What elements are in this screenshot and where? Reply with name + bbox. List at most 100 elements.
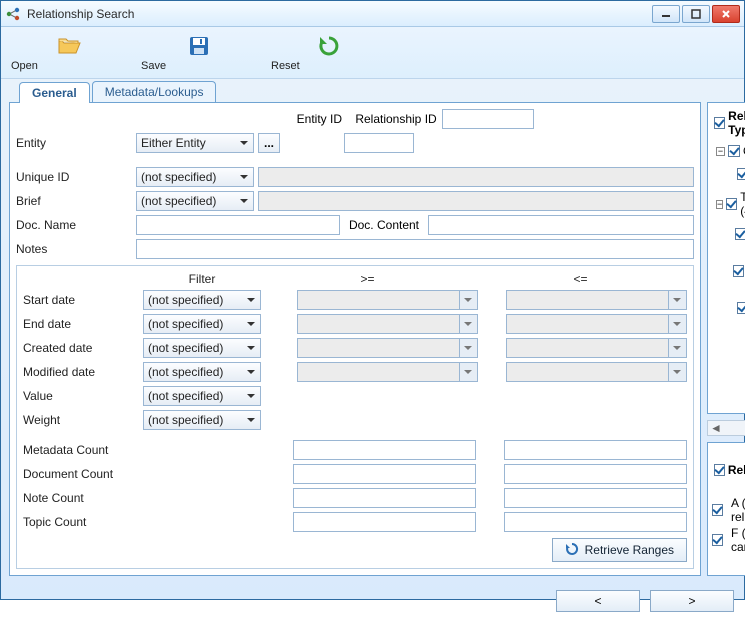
tree-checkbox[interactable] (726, 198, 737, 210)
topic-count-lte[interactable] (504, 512, 687, 532)
metadata-count-label: Metadata Count (23, 443, 139, 457)
tab-metadata-lookups[interactable]: Metadata/Lookups (92, 81, 217, 102)
doc-content-input[interactable] (428, 215, 694, 235)
relationship-type-checkbox[interactable] (714, 117, 725, 129)
tree-checkbox[interactable] (728, 145, 740, 157)
expand-toggle[interactable]: − (716, 200, 723, 209)
note-count-lte[interactable] (504, 488, 687, 508)
modified-date-gte[interactable] (297, 362, 460, 382)
metadata-count-gte[interactable] (293, 440, 476, 460)
dropdown-icon[interactable] (460, 362, 478, 382)
value-filter-select[interactable]: (not specified) (143, 386, 261, 406)
modified-date-filter-select[interactable]: (not specified) (143, 362, 261, 382)
filter-group: Filter >= <= Start date (not specified) … (16, 265, 694, 569)
relationship-type-title: Relationship Type (728, 109, 745, 137)
start-date-filter-select[interactable]: (not specified) (143, 290, 261, 310)
notes-input[interactable] (136, 239, 694, 259)
start-date-gte[interactable] (297, 290, 460, 310)
brief-label: Brief (16, 194, 132, 208)
doc-content-label: Doc. Content (344, 218, 424, 232)
end-date-label: End date (23, 317, 139, 331)
app-window: Relationship Search Open Save Reset Gene… (0, 0, 745, 600)
entity-id-label: Entity ID (286, 112, 342, 126)
entity-select[interactable]: Either Entity (136, 133, 254, 153)
nav-buttons: < > (1, 584, 744, 620)
reliability-f-checkbox[interactable] (712, 534, 723, 546)
value-label: Value (23, 389, 139, 403)
tree-checkbox[interactable] (737, 302, 745, 314)
entity-browse-button[interactable]: ... (258, 133, 280, 153)
horizontal-scrollbar[interactable]: ◄► (707, 420, 745, 436)
unique-id-input[interactable] (258, 167, 694, 187)
tree-checkbox[interactable] (733, 265, 744, 277)
dropdown-icon[interactable] (460, 314, 478, 334)
document-count-lte[interactable] (504, 464, 687, 484)
doc-name-label: Doc. Name (16, 218, 132, 232)
dropdown-icon[interactable] (669, 290, 687, 310)
note-count-label: Note Count (23, 491, 139, 505)
relationship-type-panel: Relationship Type −Other (167) Linked to… (707, 102, 745, 414)
start-date-lte[interactable] (506, 290, 669, 310)
tree-checkbox[interactable] (735, 228, 745, 240)
end-date-gte[interactable] (297, 314, 460, 334)
dropdown-icon[interactable] (669, 362, 687, 382)
lte-header: <= (474, 272, 687, 286)
end-date-filter-select[interactable]: (not specified) (143, 314, 261, 334)
created-date-filter-select[interactable]: (not specified) (143, 338, 261, 358)
window-title: Relationship Search (27, 7, 652, 21)
dropdown-icon[interactable] (460, 290, 478, 310)
document-count-label: Document Count (23, 467, 139, 481)
reliability-panel: Reliability ( 612 ) A (Completely reliab… (707, 442, 745, 576)
brief-select[interactable]: (not specified) (136, 191, 254, 211)
next-button[interactable]: > (650, 590, 734, 612)
reliability-title: Reliability (728, 463, 745, 477)
reliability-a-label[interactable]: A (Completely reliable) (731, 496, 745, 524)
reset-icon (316, 33, 342, 59)
metadata-count-lte[interactable] (504, 440, 687, 460)
reset-button[interactable]: Reset (271, 33, 387, 72)
modified-date-lte[interactable] (506, 362, 669, 382)
toolbar: Open Save Reset (1, 27, 744, 79)
notes-label: Notes (16, 242, 132, 256)
prev-button[interactable]: < (556, 590, 640, 612)
weight-label: Weight (23, 413, 139, 427)
tab-general[interactable]: General (19, 82, 90, 103)
unique-id-select[interactable]: (not specified) (136, 167, 254, 187)
gte-header: >= (261, 272, 474, 286)
end-date-lte[interactable] (506, 314, 669, 334)
topic-count-gte[interactable] (293, 512, 476, 532)
titlebar: Relationship Search (1, 1, 744, 27)
reliability-a-checkbox[interactable] (712, 504, 723, 516)
dropdown-icon[interactable] (669, 314, 687, 334)
dropdown-icon[interactable] (460, 338, 478, 358)
relationship-id-input[interactable] (442, 109, 534, 129)
close-button[interactable] (712, 5, 740, 23)
document-count-gte[interactable] (293, 464, 476, 484)
start-date-label: Start date (23, 293, 139, 307)
expand-toggle[interactable]: − (716, 147, 725, 156)
modified-date-label: Modified date (23, 365, 139, 379)
general-panel: Entity ID Relationship ID Entity Either … (9, 102, 701, 576)
note-count-gte[interactable] (293, 488, 476, 508)
retrieve-ranges-button[interactable]: Retrieve Ranges (552, 538, 687, 562)
tree-node-transactions[interactable]: Transactions (445) (740, 190, 745, 218)
created-date-gte[interactable] (297, 338, 460, 358)
weight-filter-select[interactable]: (not specified) (143, 410, 261, 430)
maximize-button[interactable] (682, 5, 710, 23)
entity-id-input[interactable] (344, 133, 414, 153)
brief-input[interactable] (258, 191, 694, 211)
dropdown-icon[interactable] (669, 338, 687, 358)
tab-strip: General Metadata/Lookups (1, 81, 744, 102)
minimize-button[interactable] (652, 5, 680, 23)
doc-name-input[interactable] (136, 215, 340, 235)
save-button[interactable]: Save (141, 33, 257, 72)
topic-count-label: Topic Count (23, 515, 139, 529)
app-icon (5, 6, 21, 22)
reliability-checkbox[interactable] (714, 464, 725, 476)
tree-checkbox[interactable] (737, 168, 745, 180)
open-button[interactable]: Open (11, 33, 127, 72)
reliability-f-label[interactable]: F (Reliability cannot be (731, 526, 745, 554)
created-date-lte[interactable] (506, 338, 669, 358)
filter-header: Filter (143, 272, 261, 286)
save-icon (186, 33, 212, 59)
